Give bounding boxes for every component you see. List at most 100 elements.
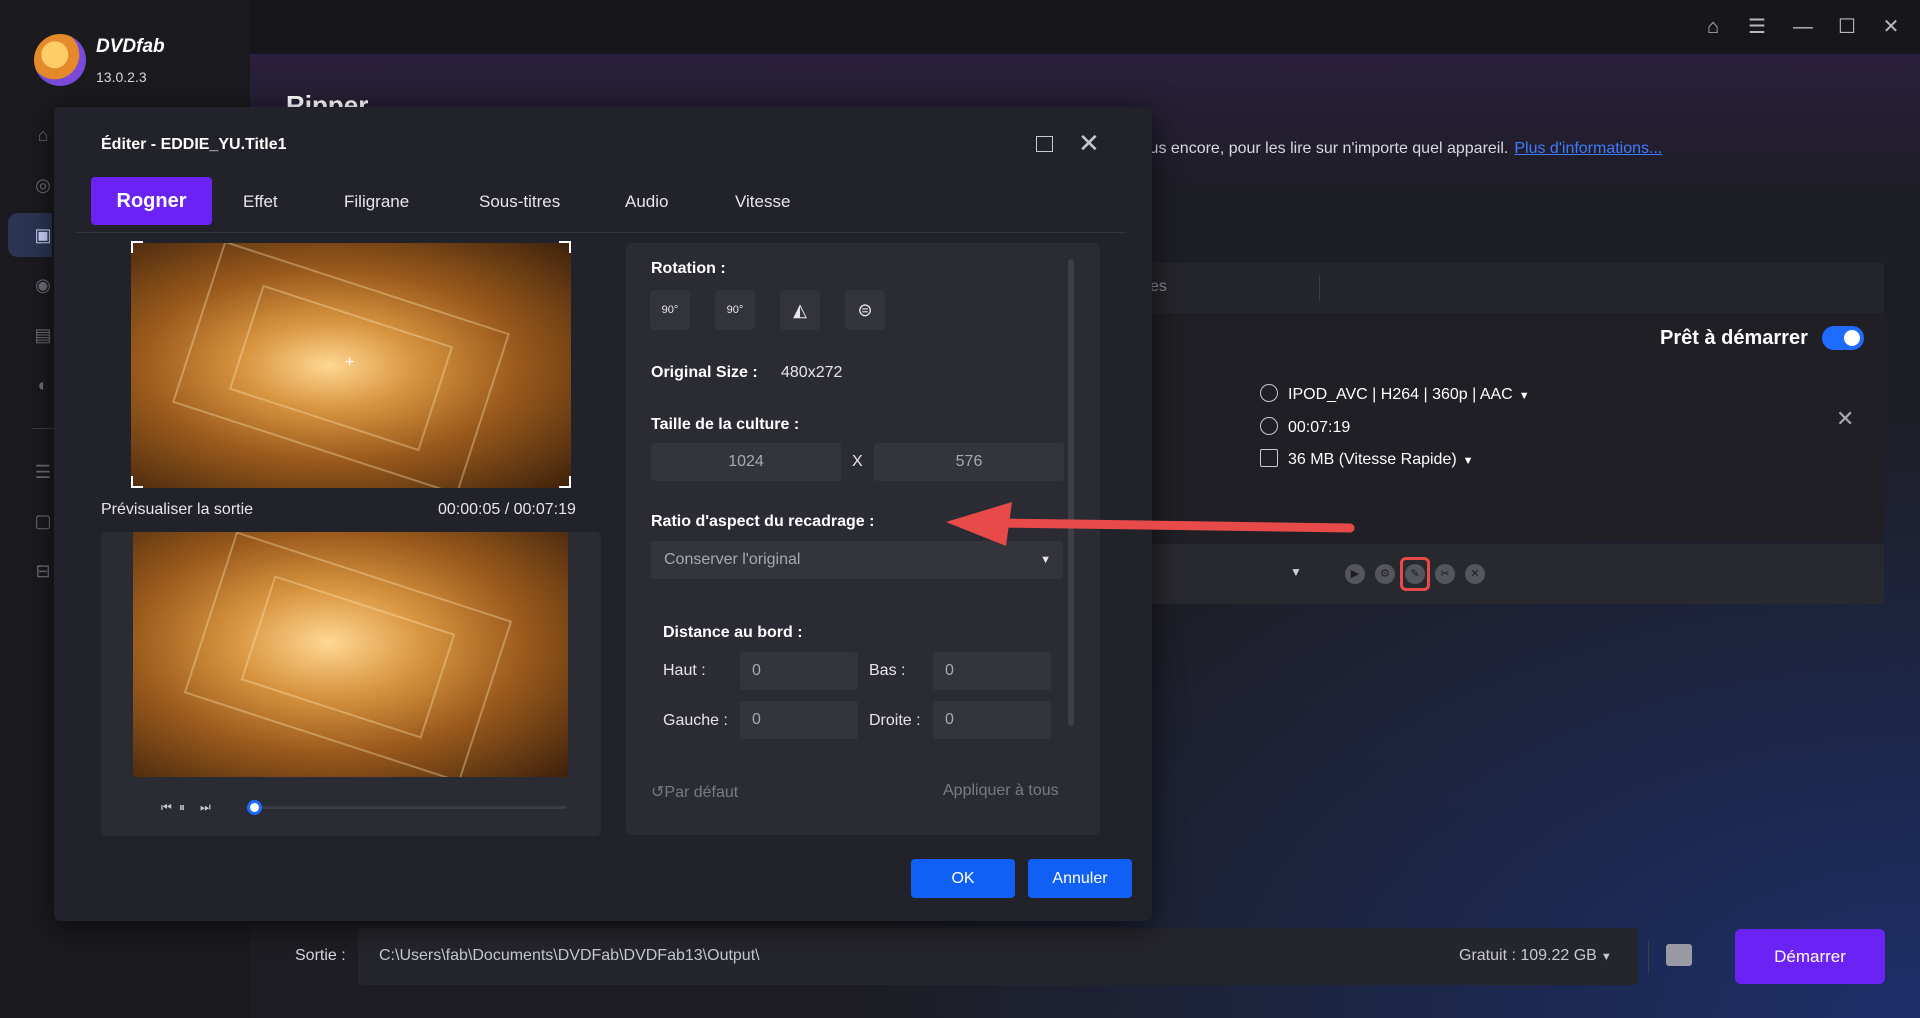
- list-icon[interactable]: ☰: [32, 461, 54, 483]
- bottom-input[interactable]: 0: [933, 652, 1051, 690]
- minimize-icon[interactable]: —: [1790, 14, 1816, 40]
- tab-vitesse[interactable]: Vitesse: [735, 192, 790, 212]
- archive-icon[interactable]: ⊟: [32, 560, 54, 582]
- start-button[interactable]: Démarrer: [1735, 929, 1885, 984]
- task-duration: 00:07:19: [1260, 417, 1350, 437]
- annotation-arrow: [946, 502, 1355, 546]
- previous-icon[interactable]: ⏮: [161, 800, 172, 815]
- cancel-button[interactable]: Annuler: [1028, 859, 1132, 898]
- reset-icon: ↺: [651, 784, 665, 801]
- output-path-text: C:\Users\fab\Documents\DVDFab\DVDFab13\O…: [379, 947, 760, 964]
- chevron-down-icon: ▼: [1600, 951, 1612, 963]
- free-space[interactable]: Gratuit : 109.22 GB ▼: [1459, 947, 1612, 965]
- output-label: Sortie :: [295, 947, 346, 964]
- crop-width-input[interactable]: 1024: [651, 443, 841, 481]
- right-input[interactable]: 0: [933, 701, 1051, 739]
- dialog-close-icon[interactable]: ✕: [1078, 128, 1100, 158]
- tab-audio[interactable]: Audio: [625, 192, 668, 212]
- play-icon[interactable]: ▶: [1345, 564, 1365, 584]
- aspect-ratio-label: Ratio d'aspect du recadrage :: [651, 513, 875, 530]
- task-size-text: 36 MB (Vitesse Rapide): [1288, 451, 1457, 468]
- app-brand: DVDfab: [96, 36, 165, 57]
- apply-all-button[interactable]: Appliquer à tous: [943, 782, 1059, 800]
- settings-scrollbar[interactable]: [1068, 259, 1074, 726]
- tab-sous-titres[interactable]: Sous-titres: [479, 192, 560, 212]
- flip-vertical-icon[interactable]: ⊜: [845, 290, 885, 330]
- tools-icon[interactable]: ◐: [32, 374, 54, 396]
- shirt-icon[interactable]: ⌂: [1700, 14, 1726, 40]
- preview-label: Prévisualiser la sortie: [101, 501, 254, 518]
- tab-rogner[interactable]: Rogner: [91, 177, 212, 225]
- maximize-icon[interactable]: ☐: [1834, 14, 1860, 40]
- menu-icon[interactable]: ☰: [1744, 14, 1770, 40]
- chevron-down-icon: ▼: [1462, 455, 1474, 467]
- ripper-icon[interactable]: ▣: [32, 224, 54, 246]
- task-profile[interactable]: IPOD_AVC | H264 | 360p | AAC ▼: [1260, 384, 1530, 404]
- chevron-down-icon: ▼: [1518, 390, 1530, 402]
- flip-horizontal-icon[interactable]: ◭: [780, 290, 820, 330]
- profile-icon: [1260, 384, 1278, 402]
- dialog-title: Éditer - EDDIE_YU.Title1: [101, 136, 287, 153]
- app-version: 13.0.2.3: [96, 69, 147, 85]
- delete-icon[interactable]: ✕: [1465, 564, 1485, 584]
- more-info-link[interactable]: Plus d'informations...: [1514, 140, 1662, 157]
- reset-default-label: Par défaut: [664, 784, 739, 801]
- task-icon[interactable]: ▢: [32, 510, 54, 532]
- rotate-left-90-icon[interactable]: 90°: [650, 290, 690, 330]
- cut-icon[interactable]: ✂: [1435, 564, 1455, 584]
- pause-icon[interactable]: ⏸: [179, 800, 185, 815]
- chevron-down-icon[interactable]: ▼: [1290, 565, 1302, 579]
- crop-size-separator: X: [852, 453, 863, 470]
- dialog-maximize-icon[interactable]: [1036, 136, 1053, 152]
- rotate-right-90-icon[interactable]: 90°: [715, 290, 755, 330]
- edit-highlight-box: [1400, 557, 1430, 591]
- top-label: Haut :: [663, 662, 706, 679]
- ok-button[interactable]: OK: [911, 859, 1015, 898]
- crop-handle[interactable]: [131, 241, 143, 253]
- crop-handle[interactable]: [559, 241, 571, 253]
- left-label: Gauche :: [663, 712, 728, 729]
- copy-icon[interactable]: ◎: [32, 174, 54, 196]
- tab-effet[interactable]: Effet: [243, 192, 278, 212]
- preview-time: 00:00:05 / 00:07:19: [438, 501, 576, 518]
- left-input[interactable]: 0: [740, 701, 858, 739]
- settings-icon[interactable]: ⚙: [1375, 564, 1395, 584]
- video-icon[interactable]: ▤: [32, 324, 54, 346]
- reset-default-button[interactable]: ↺Par défaut: [651, 782, 738, 802]
- list-header-label: es: [1150, 278, 1167, 295]
- title-bar: [250, 0, 1920, 54]
- dvdfab-logo-icon: [34, 34, 86, 86]
- info-text: lus encore, pour les lire sur n'importe …: [1146, 140, 1662, 158]
- size-icon: [1260, 449, 1278, 467]
- player-progress-track[interactable]: [248, 806, 566, 809]
- tab-divider: [76, 232, 1126, 233]
- close-icon[interactable]: ✕: [1878, 14, 1904, 40]
- next-icon[interactable]: ⏭: [200, 800, 211, 815]
- task-list-header: [1150, 263, 1884, 313]
- folder-icon[interactable]: [1666, 944, 1692, 966]
- bottom-label: Bas :: [869, 662, 906, 679]
- tab-filigrane[interactable]: Filigrane: [344, 192, 409, 212]
- creator-icon[interactable]: ◉: [32, 274, 54, 296]
- clock-icon: [1260, 417, 1278, 435]
- crop-handle[interactable]: [559, 476, 571, 488]
- crop-handle[interactable]: [131, 476, 143, 488]
- crop-center-icon[interactable]: +: [345, 354, 354, 372]
- ready-toggle[interactable]: [1822, 326, 1864, 350]
- original-size-value: 480x272: [781, 364, 843, 381]
- home-icon[interactable]: ⌂: [32, 124, 54, 146]
- rotation-label: Rotation :: [651, 260, 726, 277]
- top-input[interactable]: 0: [740, 652, 858, 690]
- original-size-label: Original Size :: [651, 364, 758, 381]
- crop-height-input[interactable]: 576: [874, 443, 1064, 481]
- free-space-text: Gratuit : 109.22 GB: [1459, 947, 1597, 964]
- task-duration-text: 00:07:19: [1288, 419, 1351, 436]
- info-description: lus encore, pour les lire sur n'importe …: [1146, 140, 1509, 157]
- ready-to-start-label: Prêt à démarrer: [1660, 327, 1808, 349]
- output-divider: [1648, 940, 1649, 974]
- remove-task-icon[interactable]: ✕: [1836, 406, 1854, 432]
- task-size[interactable]: 36 MB (Vitesse Rapide) ▼: [1260, 449, 1474, 469]
- right-label: Droite :: [869, 712, 921, 729]
- sidebar-divider: [32, 428, 54, 429]
- border-distance-label: Distance au bord :: [663, 624, 803, 641]
